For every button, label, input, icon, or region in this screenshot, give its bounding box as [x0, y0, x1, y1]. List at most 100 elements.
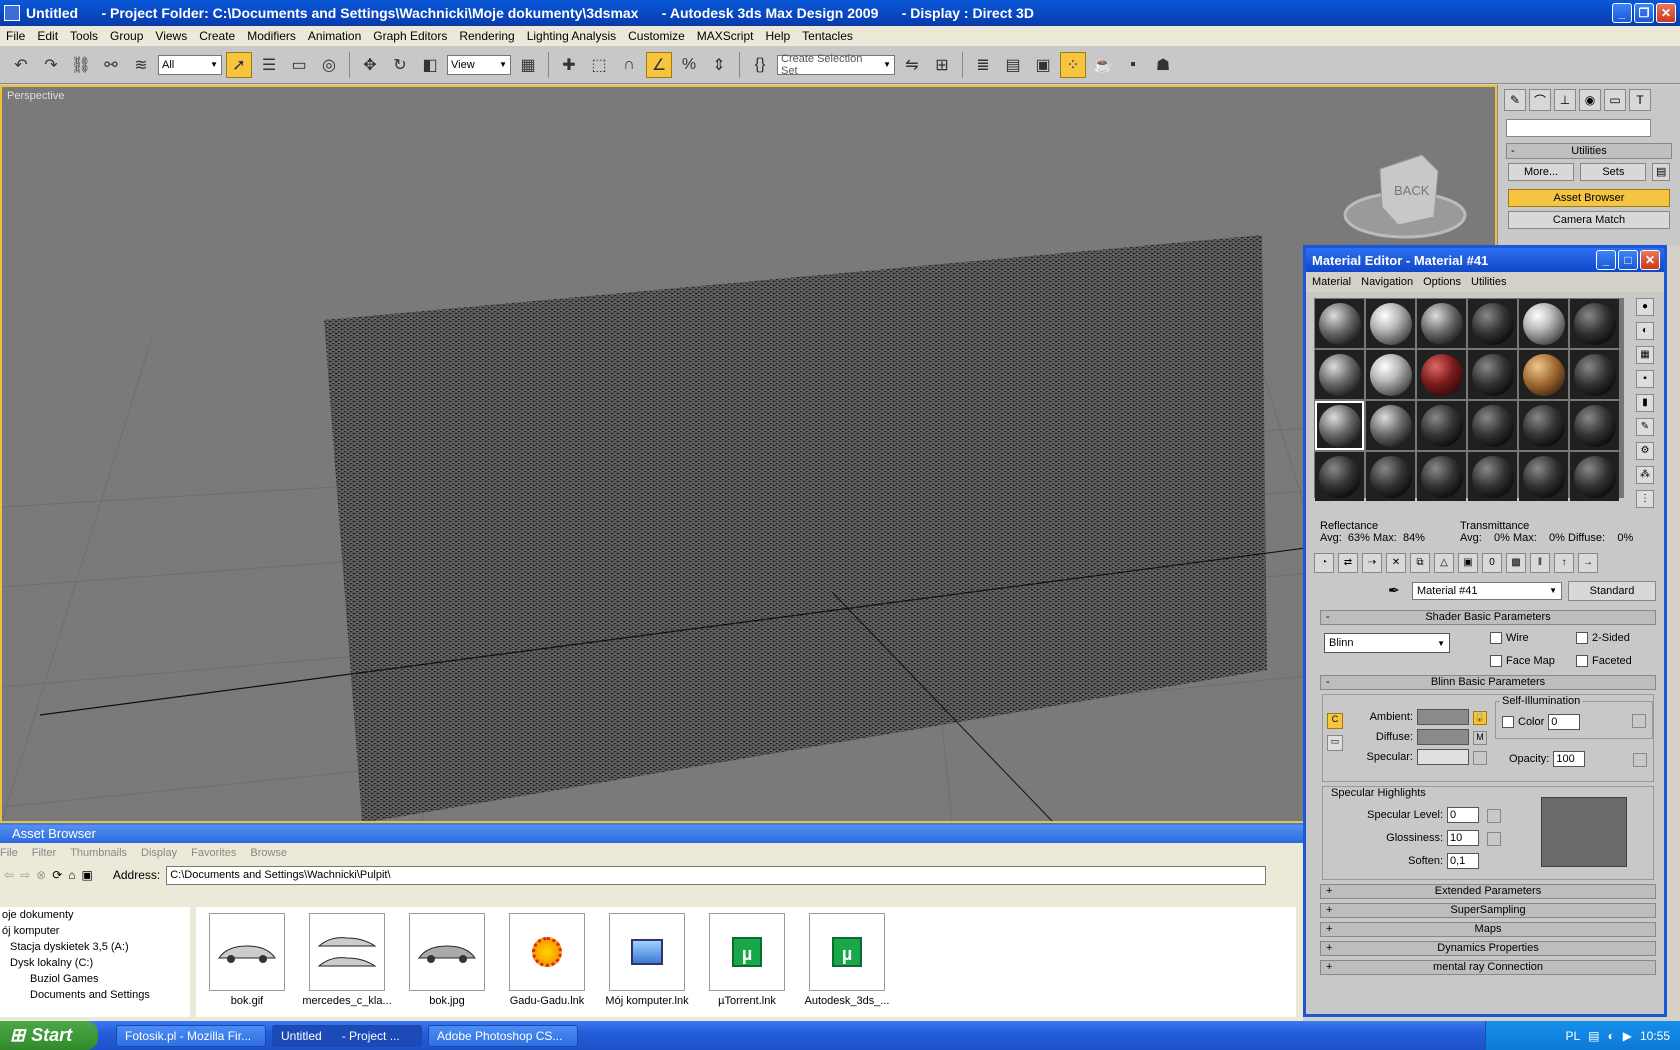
lock-ambient-diffuse-icon[interactable]: C [1327, 713, 1343, 729]
material-name-field[interactable]: Material #41 ▼ [1412, 582, 1562, 600]
menu-views[interactable]: Views [149, 29, 193, 43]
perspective-viewport[interactable]: Perspective BACK [0, 85, 1497, 823]
menu-material[interactable]: Material [1312, 276, 1351, 288]
opacity-map-button[interactable] [1633, 753, 1647, 767]
up-folder-icon[interactable]: ▣ [82, 868, 93, 882]
sets-button[interactable]: Sets [1580, 163, 1647, 181]
file-thumbnail[interactable]: Gadu-Gadu.lnk [508, 913, 586, 1011]
select-and-link-icon[interactable]: ⛓ [68, 52, 94, 78]
menu-customize[interactable]: Customize [622, 29, 691, 43]
specular-map-button[interactable] [1473, 751, 1487, 765]
material-editor-close-button[interactable]: ✕ [1640, 250, 1660, 270]
ab-menu-browse[interactable]: Browse [250, 847, 287, 859]
glossiness-map-button[interactable] [1487, 832, 1501, 846]
blinn-basic-parameters-header[interactable]: - Blinn Basic Parameters [1320, 675, 1656, 690]
menu-create[interactable]: Create [193, 29, 241, 43]
backlight-icon[interactable]: ◐ [1636, 322, 1654, 340]
put-to-scene-icon[interactable]: ⇄ [1338, 553, 1358, 573]
video-color-check-icon[interactable]: ▮ [1636, 394, 1654, 412]
undo-icon[interactable]: ↶ [8, 52, 34, 78]
sample-slot[interactable] [1417, 299, 1466, 348]
percent-snap-icon[interactable]: % [676, 52, 702, 78]
maps-header[interactable]: + Maps [1320, 922, 1656, 937]
textured-plane[interactable] [324, 235, 1267, 821]
tree-item[interactable]: oje dokumenty [0, 907, 190, 923]
align-icon[interactable]: ⊞ [929, 52, 955, 78]
layer-manager-icon[interactable]: ≣ [970, 52, 996, 78]
sample-slot[interactable] [1417, 452, 1466, 501]
wire-checkbox[interactable] [1490, 631, 1502, 644]
tree-item[interactable]: ój komputer [0, 923, 190, 939]
material-editor-minimize-button[interactable]: _ [1596, 250, 1616, 270]
language-indicator[interactable]: PL [1565, 1029, 1580, 1043]
spinner-snap-icon[interactable]: ⇕ [706, 52, 732, 78]
utilities-rollout-header[interactable]: - Utilities [1506, 143, 1672, 159]
menu-group[interactable]: Group [104, 29, 149, 43]
hierarchy-tab-icon[interactable]: ⊥ [1554, 89, 1576, 111]
taskbar-item-3dsmax[interactable]: Untitled - Project ... [272, 1024, 422, 1047]
make-preview-icon[interactable]: ✎ [1636, 418, 1654, 436]
rectangular-selection-icon[interactable]: ▭ [286, 52, 312, 78]
3dsmax-app-icon[interactable] [4, 5, 20, 21]
snaps-toggle-icon[interactable]: ∩ [616, 52, 642, 78]
lock-diffuse-specular-icon[interactable]: ▭ [1327, 735, 1343, 751]
opacity-spinner[interactable]: 100 [1553, 751, 1586, 767]
sample-slot[interactable] [1315, 350, 1364, 399]
menu-graph-editors[interactable]: Graph Editors [367, 29, 453, 43]
shader-type-select[interactable]: Blinn ▼ [1324, 633, 1450, 653]
soften-spinner[interactable]: 0,1 [1447, 853, 1479, 869]
angle-snap-icon[interactable]: ∠ [646, 51, 672, 78]
render-setup-icon[interactable]: ☕ [1090, 52, 1116, 78]
clock[interactable]: 10:55 [1640, 1029, 1670, 1043]
reset-map-icon[interactable]: ✕ [1386, 553, 1406, 573]
utilities-tab-icon[interactable]: T [1629, 89, 1651, 111]
menu-options[interactable]: Options [1423, 276, 1461, 288]
show-map-in-viewport-icon[interactable]: ▩ [1506, 553, 1526, 573]
faceted-checkbox[interactable] [1576, 654, 1588, 667]
sample-slot[interactable] [1519, 401, 1568, 450]
material-map-navigator-icon[interactable]: ⋮ [1636, 490, 1654, 508]
reference-coord-select[interactable]: View ▼ [447, 54, 511, 75]
bind-space-warp-icon[interactable]: ≋ [128, 52, 154, 78]
menu-tentacles[interactable]: Tentacles [796, 29, 859, 43]
sample-slot[interactable] [1570, 350, 1619, 399]
pivot-center-icon[interactable]: ▦ [515, 52, 541, 78]
sample-slot[interactable] [1468, 401, 1517, 450]
taskbar-item-photoshop[interactable]: Adobe Photoshop CS... [428, 1024, 578, 1047]
sample-slot[interactable] [1366, 350, 1415, 399]
menu-lighting-analysis[interactable]: Lighting Analysis [521, 29, 622, 43]
address-input[interactable]: C:\Documents and Settings\Wachnicki\Pulp… [166, 865, 1267, 885]
sample-type-icon[interactable]: ● [1636, 298, 1654, 316]
tree-item[interactable]: Buziol Games [0, 971, 190, 987]
menu-rendering[interactable]: Rendering [453, 29, 520, 43]
ab-menu-display[interactable]: Display [141, 847, 177, 859]
select-by-material-icon[interactable]: ⁂ [1636, 466, 1654, 484]
scale-icon[interactable]: ◧ [417, 52, 443, 78]
file-thumbnail[interactable]: Mój komputer.lnk [605, 913, 689, 1011]
schematic-view-icon[interactable]: ▣ [1030, 52, 1056, 78]
go-forward-sibling-icon[interactable]: → [1578, 553, 1598, 573]
tree-item[interactable]: Dysk lokalny (C:) [0, 955, 190, 971]
sample-uv-tiling-icon[interactable]: ▪ [1636, 370, 1654, 388]
material-editor-icon[interactable]: ⁘ [1060, 51, 1086, 78]
redo-icon[interactable]: ↷ [38, 52, 64, 78]
specular-level-map-button[interactable] [1487, 809, 1501, 823]
forward-arrow-icon[interactable]: ⇨ [20, 868, 30, 882]
tree-item[interactable]: Documents and Settings [0, 987, 190, 1003]
named-selection-set-select[interactable]: Create Selection Set ▼ [777, 53, 895, 77]
specular-color-swatch[interactable] [1417, 749, 1469, 765]
self-illum-color-checkbox[interactable] [1502, 716, 1514, 728]
keyboard-icon[interactable]: ▤ [1588, 1029, 1599, 1043]
keyboard-shortcut-icon[interactable]: ⬚ [586, 52, 612, 78]
menu-file[interactable]: File [0, 29, 31, 43]
sample-slot[interactable] [1366, 299, 1415, 348]
extended-parameters-header[interactable]: + Extended Parameters [1320, 884, 1656, 899]
viewcube[interactable]: BACK [1343, 154, 1467, 239]
specular-level-spinner[interactable]: 0 [1447, 807, 1479, 823]
material-editor-maximize-button[interactable]: □ [1618, 250, 1638, 270]
get-material-icon[interactable]: ◔ [1314, 553, 1334, 573]
unlink-icon[interactable]: ⚯ [98, 52, 124, 78]
network-icon[interactable]: ◐ [1607, 1029, 1614, 1043]
sample-slot[interactable] [1570, 452, 1619, 501]
ambient-color-swatch[interactable] [1417, 709, 1469, 725]
